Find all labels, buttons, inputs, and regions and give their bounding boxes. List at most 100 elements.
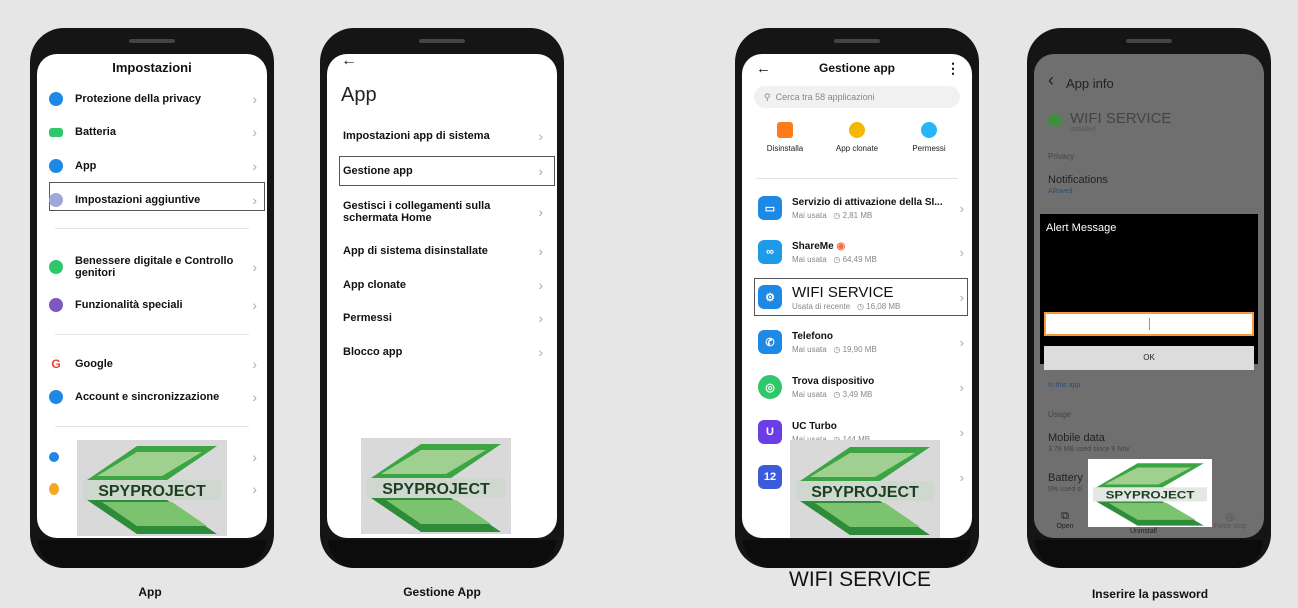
app-row-wifi-service[interactable]: ⚙ WIFI SERVICE Usata di recente ◷ 16,08 … [758,277,964,317]
settings-item-label: Protezione della privacy [75,93,201,105]
app-name: Telefono [792,330,833,342]
action-cloned-apps[interactable]: App clonate [824,122,890,153]
menu-item-manage-apps[interactable]: Gestione app › [343,156,543,186]
chevron-right-icon: › [538,128,543,144]
chevron-right-icon: › [252,297,257,313]
phone-chin [1035,540,1263,568]
caption-wifi-service: WIFI SERVICE [789,568,931,591]
phone-chin [743,540,971,568]
eye-icon [49,452,59,462]
speaker-slot [129,39,175,43]
menu-item-cloned-apps[interactable]: App clonate › [343,270,543,300]
chevron-right-icon: › [959,424,964,440]
phone-chin [328,540,556,568]
app-name: UC Turbo [792,420,837,432]
svg-text:SPYPROJECT: SPYPROJECT [382,481,490,498]
settings-item-app[interactable]: App › [49,151,257,181]
badge-icon: ◉ [836,240,846,252]
settings-item-accounts[interactable]: Account e sincronizzazione › [49,382,257,412]
chevron-right-icon: › [252,449,257,465]
spyproject-logo: SPYPROJECT [361,438,511,534]
settings-item-label: Impostazioni aggiuntive [75,194,201,206]
manage-apps-screen: ← Gestione app ⋮ ⚲ Cerca tra 58 applicaz… [742,54,972,538]
more-menu-icon[interactable]: ⋮ [946,60,960,77]
settings-item-privacy[interactable]: Protezione della privacy › [49,84,257,114]
settings-item-label: Funzionalità speciali [75,299,183,311]
person-icon [49,390,63,404]
speaker-slot [834,39,880,43]
section-usage: Usage [1048,410,1072,419]
chevron-right-icon: › [538,243,543,259]
spyproject-logo-graphic: SPYPROJECT [367,444,505,532]
phone-chin [38,540,266,568]
svg-text:SPYPROJECT: SPYPROJECT [98,483,206,500]
settings-item-special[interactable]: Funzionalità speciali › [49,290,257,320]
menu-item-uninstalled-system[interactable]: App di sistema disinstallate › [343,236,543,266]
search-icon: ⚲ [764,91,771,102]
location-icon [49,483,59,495]
divider [55,334,249,335]
open-icon: ⧉ [1061,510,1069,522]
settings-item-additional[interactable]: Impostazioni aggiuntive › [49,185,257,215]
speaker-slot [419,39,465,43]
text-cursor [1149,318,1150,330]
chevron-right-icon: › [538,277,543,293]
menu-item-shortcuts[interactable]: Gestisci i collegamenti sulla schermata … [343,192,543,232]
app-row-shareme[interactable]: ∞ ShareMe ◉ Mai usata ◷ 64,49 MB › [758,232,964,272]
alert-title: Alert Message [1046,222,1117,234]
settings-item-wellbeing[interactable]: Benessere digitale e Controllo genitori … [49,250,257,284]
chevron-right-icon: › [252,389,257,405]
menu-item-system-settings[interactable]: Impostazioni app di sistema › [343,121,543,151]
phone-settings: Impostazioni Protezione della privacy › … [30,28,274,568]
uninstall-button[interactable]: Uninstall [1130,528,1157,535]
open-button[interactable]: ⧉ Open [1050,510,1080,530]
spyproject-logo-graphic: SPYPROJECT [83,446,221,534]
chevron-right-icon: › [959,200,964,216]
search-input[interactable]: ⚲ Cerca tra 58 applicazioni [754,86,960,108]
chevron-right-icon: › [538,204,543,220]
chevron-right-icon: › [252,91,257,107]
notifications-label[interactable]: Notifications [1048,174,1108,186]
back-arrow-icon[interactable]: ← [341,54,357,70]
action-uninstall[interactable]: Disinstalla [752,122,818,153]
password-input[interactable] [1044,312,1254,336]
wellbeing-icon [49,260,63,274]
dots-icon [49,193,63,207]
trash-icon [777,122,793,138]
spyproject-logo-graphic: SPYPROJECT [1088,459,1212,527]
settings-item-label: Account e sincronizzazione [75,391,220,403]
menu-item-permissions[interactable]: Permessi › [343,303,543,333]
app-name: WIFI SERVICE [1070,110,1172,127]
back-arrow-icon[interactable]: ‹ [1048,70,1054,91]
notifications-status: Allowed [1048,188,1073,195]
battery-label[interactable]: Battery [1048,472,1083,484]
top-bar: ← Gestione app ⋮ [742,54,972,82]
page-title: Gestione app [818,61,895,75]
app-row-servizio[interactable]: ▭ Servizio di attivazione della SI... Ma… [758,188,964,228]
app-screen: ← App Impostazioni app di sistema › Gest… [327,54,557,538]
chevron-right-icon: › [252,192,257,208]
settings-item-battery[interactable]: Batteria › [49,117,257,147]
in-this-app-link[interactable]: In this app [1048,382,1080,389]
speaker-slot [1126,39,1172,43]
permissions-icon [921,122,937,138]
chevron-right-icon: › [959,379,964,395]
mobile-data-label[interactable]: Mobile data [1048,432,1105,444]
ok-button[interactable]: OK [1044,346,1254,370]
settings-item-google[interactable]: G Google › [49,349,257,379]
svg-text:SPYPROJECT: SPYPROJECT [811,484,919,501]
gear-icon [49,159,63,173]
chevron-right-icon: › [538,310,543,326]
shield-icon [49,92,63,106]
section-privacy: Privacy [1048,152,1075,161]
installed-label: installed [1070,126,1096,133]
menu-item-app-lock[interactable]: Blocco app › [343,337,543,367]
force-stop-button[interactable]: ◎ Force stop [1210,510,1250,530]
divider [55,426,249,427]
action-permissions[interactable]: Permessi [896,122,962,153]
chevron-right-icon: › [252,481,257,497]
svg-text:SPYPROJECT: SPYPROJECT [1106,489,1195,502]
app-row-trova-dispositivo[interactable]: ◎ Trova dispositivo Mai usata ◷ 3,49 MB … [758,367,964,407]
app-row-telefono[interactable]: ✆ Telefono Mai usata ◷ 19,90 MB › [758,322,964,362]
phone-manage-apps: ← Gestione app ⋮ ⚲ Cerca tra 58 applicaz… [735,28,979,568]
